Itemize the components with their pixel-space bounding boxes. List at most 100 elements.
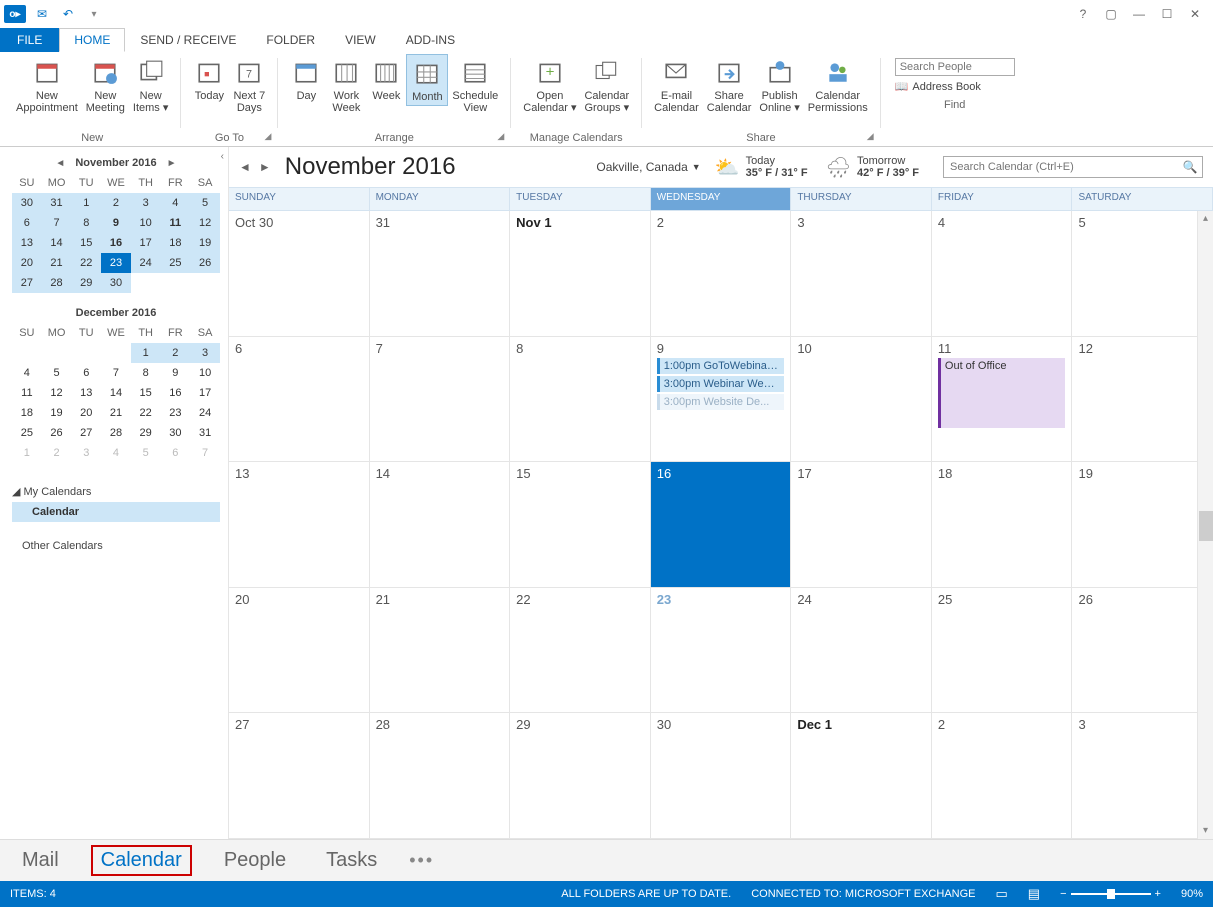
- address-book-button[interactable]: 📖Address Book: [895, 80, 1015, 93]
- normal-view-icon[interactable]: ▭: [996, 886, 1008, 902]
- calendar-day[interactable]: 11Out of Office: [932, 337, 1073, 462]
- mini-cal-day[interactable]: 2: [42, 443, 72, 463]
- day-view-button[interactable]: Day: [286, 54, 326, 104]
- mini-cal-day[interactable]: 27: [12, 273, 42, 293]
- close-icon[interactable]: ✕: [1185, 7, 1205, 21]
- mini-cal-day[interactable]: 3: [71, 443, 101, 463]
- mini-cal-day[interactable]: 24: [131, 253, 161, 273]
- mini-cal-day[interactable]: 17: [190, 383, 220, 403]
- calendar-day[interactable]: 16: [651, 462, 792, 587]
- mini-cal-day[interactable]: 23: [101, 253, 131, 273]
- calendar-day[interactable]: 13: [229, 462, 370, 587]
- mini-cal-day[interactable]: [101, 343, 131, 363]
- mini-cal-day[interactable]: 1: [71, 193, 101, 213]
- calendar-day[interactable]: 2: [651, 211, 792, 336]
- scroll-thumb[interactable]: [1199, 511, 1213, 541]
- calendar-day[interactable]: 7: [370, 337, 511, 462]
- mini-cal-day[interactable]: 16: [101, 233, 131, 253]
- undo-icon[interactable]: ↶: [58, 4, 78, 24]
- calendar-day[interactable]: 14: [370, 462, 511, 587]
- qat-customize-icon[interactable]: ▾: [84, 4, 104, 24]
- mini-cal-day[interactable]: 30: [101, 273, 131, 293]
- mini-cal-day[interactable]: 12: [42, 383, 72, 403]
- calendar-day[interactable]: 31: [370, 211, 511, 336]
- nav-tasks[interactable]: Tasks: [318, 847, 385, 874]
- mini-cal-day[interactable]: 20: [71, 403, 101, 423]
- share-calendar-button[interactable]: Share Calendar: [703, 54, 756, 116]
- search-calendar-input[interactable]: [944, 159, 1178, 175]
- mini-cal-day[interactable]: 4: [101, 443, 131, 463]
- mini-cal-day[interactable]: 4: [12, 363, 42, 383]
- search-people-input[interactable]: [895, 58, 1015, 76]
- calendar-day[interactable]: 28: [370, 713, 511, 838]
- mini-cal-day[interactable]: 9: [101, 213, 131, 233]
- tab-home[interactable]: HOME: [59, 28, 125, 52]
- calendar-day[interactable]: 5: [1072, 211, 1213, 336]
- weather-location[interactable]: Oakville, Canada ▼: [596, 160, 700, 174]
- mini-cal-day[interactable]: 18: [161, 233, 191, 253]
- calendar-day[interactable]: Oct 30: [229, 211, 370, 336]
- calendar-day[interactable]: 10: [791, 337, 932, 462]
- calendar-day[interactable]: 6: [229, 337, 370, 462]
- zoom-slider[interactable]: − +: [1060, 888, 1161, 900]
- zoom-in-icon[interactable]: +: [1155, 888, 1161, 900]
- scrollbar[interactable]: ▴▾: [1197, 211, 1213, 839]
- mini-cal-day[interactable]: 5: [42, 363, 72, 383]
- ribbon-display-icon[interactable]: ▢: [1101, 7, 1121, 21]
- mini-cal-day[interactable]: 28: [101, 423, 131, 443]
- calendar-permissions-button[interactable]: Calendar Permissions: [804, 54, 872, 116]
- mini-cal-day[interactable]: 6: [161, 443, 191, 463]
- mini-cal-day[interactable]: 13: [71, 383, 101, 403]
- tab-file[interactable]: FILE: [0, 28, 59, 52]
- calendar-day[interactable]: 29: [510, 713, 651, 838]
- schedule-view-button[interactable]: Schedule View: [448, 54, 502, 116]
- mini-cal-day[interactable]: 12: [190, 213, 220, 233]
- mini-cal-day[interactable]: [161, 273, 191, 293]
- nav-calendar[interactable]: Calendar: [91, 845, 192, 876]
- other-calendars-header[interactable]: Other Calendars: [12, 536, 220, 556]
- mini-cal-day[interactable]: 7: [190, 443, 220, 463]
- mini-cal-day[interactable]: [42, 343, 72, 363]
- mini-cal-day[interactable]: 29: [71, 273, 101, 293]
- prev-month-icon[interactable]: ◄: [51, 158, 69, 169]
- calendar-day[interactable]: Dec 1: [791, 713, 932, 838]
- calendar-day[interactable]: 3: [1072, 713, 1213, 838]
- mini-cal-day[interactable]: 19: [42, 403, 72, 423]
- calendar-day[interactable]: 17: [791, 462, 932, 587]
- mini-cal-day[interactable]: 10: [190, 363, 220, 383]
- appointment[interactable]: 3:00pm Webinar Website Designer: [657, 376, 785, 392]
- zoom-out-icon[interactable]: −: [1060, 888, 1066, 900]
- mini-cal-day[interactable]: 8: [131, 363, 161, 383]
- mini-cal-day[interactable]: 8: [71, 213, 101, 233]
- mini-cal-day[interactable]: 14: [101, 383, 131, 403]
- calendar-day[interactable]: 20: [229, 588, 370, 713]
- collapse-sidebar-icon[interactable]: ‹: [221, 151, 224, 162]
- mini-cal-day[interactable]: 26: [190, 253, 220, 273]
- month-view-button[interactable]: Month: [406, 54, 448, 106]
- mini-cal-day[interactable]: 11: [161, 213, 191, 233]
- mini-calendar-nov[interactable]: ◄November 2016► SUMOTUWETHFRSA3031123456…: [12, 153, 220, 293]
- mini-cal-day[interactable]: 2: [161, 343, 191, 363]
- mini-cal-day[interactable]: 15: [131, 383, 161, 403]
- arrange-dialog-launcher-icon[interactable]: ◢: [497, 128, 504, 144]
- calendar-day[interactable]: 8: [510, 337, 651, 462]
- prev-period-icon[interactable]: ◄: [239, 160, 251, 174]
- calendar-day[interactable]: 30: [651, 713, 792, 838]
- nav-more-icon[interactable]: •••: [409, 850, 434, 871]
- minimize-icon[interactable]: —: [1129, 7, 1149, 21]
- next-period-icon[interactable]: ►: [259, 160, 271, 174]
- calendar-day[interactable]: 3: [791, 211, 932, 336]
- calendar-day[interactable]: 18: [932, 462, 1073, 587]
- help-icon[interactable]: ?: [1073, 7, 1093, 21]
- appointment[interactable]: 3:00pm Website De...: [657, 394, 785, 410]
- goto-dialog-launcher-icon[interactable]: ◢: [264, 128, 271, 144]
- mini-cal-day[interactable]: [190, 273, 220, 293]
- mini-cal-day[interactable]: 21: [101, 403, 131, 423]
- mini-cal-day[interactable]: 22: [71, 253, 101, 273]
- calendar-day[interactable]: 27: [229, 713, 370, 838]
- calendar-day[interactable]: 26: [1072, 588, 1213, 713]
- mini-cal-day[interactable]: 25: [161, 253, 191, 273]
- mini-cal-day[interactable]: 6: [12, 213, 42, 233]
- qat-send-receive-icon[interactable]: ✉: [32, 4, 52, 24]
- workweek-view-button[interactable]: Work Week: [326, 54, 366, 116]
